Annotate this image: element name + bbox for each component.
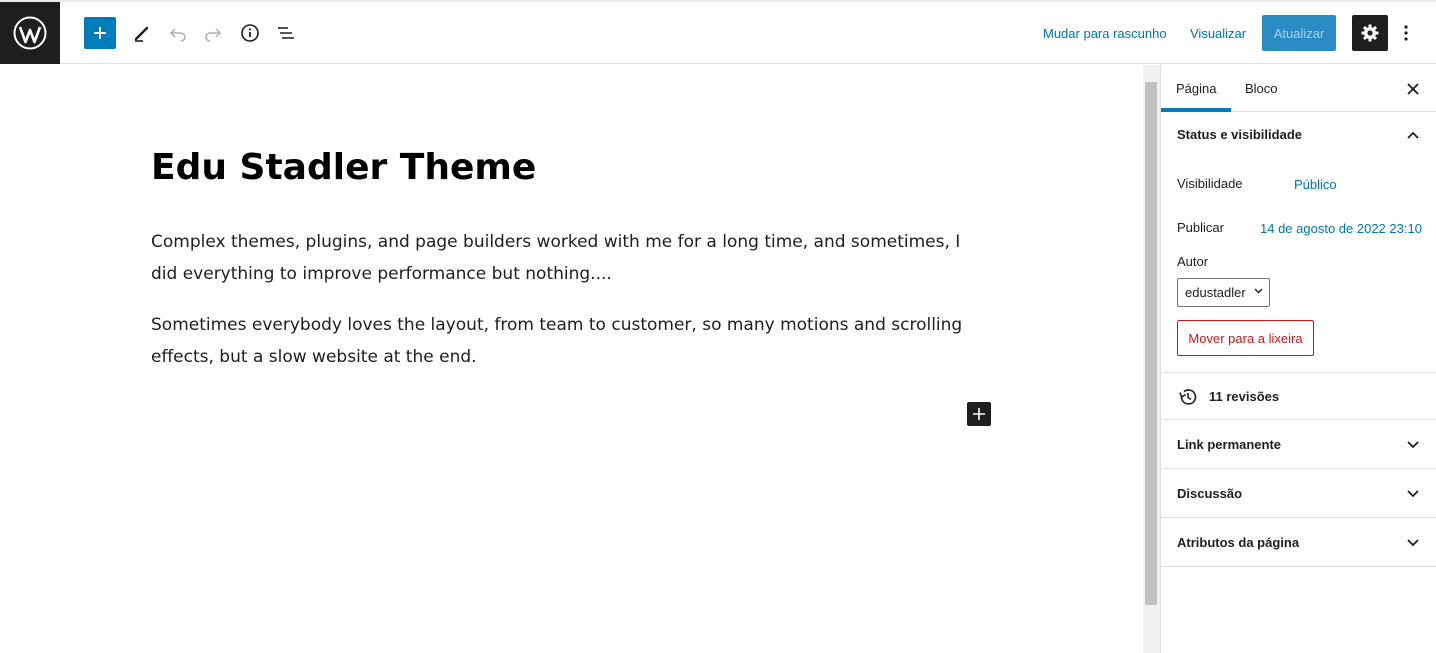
chevron-up-icon [1407, 131, 1419, 139]
paragraph-block[interactable]: Complex themes, plugins, and page builde… [151, 226, 981, 290]
more-vertical-icon [1404, 25, 1408, 41]
sidebar-tabs: Página Bloco [1161, 65, 1436, 112]
permalink-panel[interactable]: Link permanente [1161, 420, 1436, 469]
settings-button[interactable] [1352, 15, 1388, 51]
chevron-down-icon [1403, 436, 1423, 454]
plus-icon [94, 27, 106, 39]
panel-title[interactable]: Status e visibilidade [1177, 112, 1302, 158]
more-options-button[interactable] [1396, 17, 1416, 49]
tab-page[interactable]: Página [1176, 65, 1216, 112]
page-attributes-panel[interactable]: Atributos da página [1161, 518, 1436, 567]
block-inserter-button[interactable] [967, 402, 991, 426]
author-select-value: edustadler [1185, 285, 1246, 300]
list-view-icon [278, 27, 294, 39]
editor-header: Mudar para rascunho Visualizar Atualizar [0, 0, 1436, 64]
wordpress-logo-icon[interactable] [0, 2, 60, 64]
chevron-down-icon [1403, 485, 1423, 503]
close-icon [1407, 83, 1419, 95]
post-title[interactable]: Edu Stadler Theme [151, 146, 536, 190]
redo-button[interactable] [197, 17, 229, 49]
tools-button[interactable] [126, 17, 158, 49]
history-icon [1179, 389, 1197, 405]
redo-icon [205, 28, 222, 42]
editor-canvas[interactable]: Edu Stadler Theme Complex themes, plugin… [0, 65, 1143, 653]
undo-button[interactable] [162, 17, 194, 49]
revisions-link[interactable]: 11 revisões [1161, 373, 1436, 420]
undo-icon [169, 28, 186, 42]
chevron-down-icon [1403, 534, 1423, 552]
header-top-border [0, 0, 1436, 2]
move-to-trash-button[interactable]: Mover para a lixeira [1177, 320, 1314, 356]
status-visibility-panel: Status e visibilidade Visibilidade Públi… [1161, 112, 1436, 373]
publish-label: Publicar [1177, 220, 1224, 235]
panel-title: Link permanente [1177, 437, 1282, 452]
revisions-label: 11 revisões [1209, 389, 1280, 404]
close-sidebar-button[interactable] [1401, 77, 1425, 101]
gear-icon [1361, 24, 1379, 42]
chevron-down-icon [1254, 288, 1263, 294]
switch-to-draft-button[interactable]: Mudar para rascunho [1043, 24, 1167, 44]
add-block-button[interactable] [84, 17, 116, 49]
preview-button[interactable]: Visualizar [1190, 24, 1246, 44]
visibility-label: Visibilidade [1177, 176, 1243, 191]
list-view-button[interactable] [270, 17, 302, 49]
author-label: Autor [1177, 254, 1209, 269]
panel-title: Atributos da página [1177, 535, 1300, 550]
tab-block[interactable]: Bloco [1245, 65, 1278, 112]
details-button[interactable] [234, 17, 266, 49]
plus-icon [973, 408, 985, 420]
publish-date-link[interactable]: 14 de agosto de 2022 23:10 [1260, 221, 1422, 236]
collapse-panel-button[interactable] [1403, 126, 1423, 144]
author-select[interactable]: edustadler [1177, 278, 1270, 307]
settings-sidebar: Página Bloco Status e visibilidade Visib… [1160, 65, 1436, 653]
visibility-value-link[interactable]: Público [1294, 177, 1337, 192]
discussion-panel[interactable]: Discussão [1161, 469, 1436, 518]
scrollbar-thumb[interactable] [1145, 82, 1157, 605]
pencil-icon [134, 26, 149, 42]
info-icon [241, 24, 259, 42]
update-button[interactable]: Atualizar [1262, 15, 1336, 51]
panel-title: Discussão [1177, 486, 1243, 501]
paragraph-block[interactable]: Sometimes everybody loves the layout, fr… [151, 309, 981, 373]
